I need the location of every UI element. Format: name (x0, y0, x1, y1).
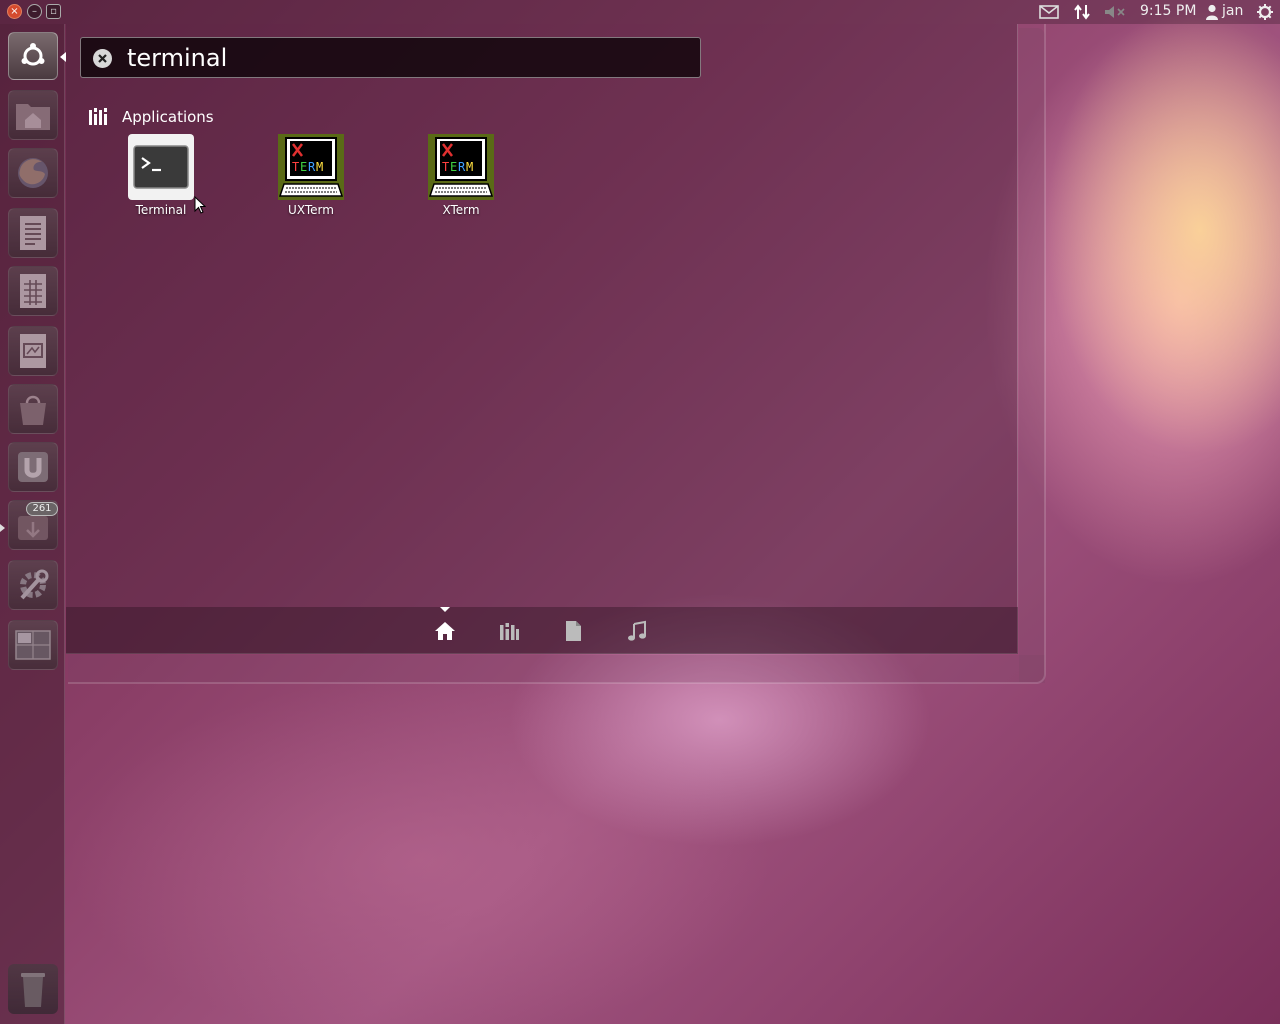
launcher-calc[interactable] (8, 266, 58, 316)
svg-text:R: R (308, 160, 316, 174)
app-xterm[interactable]: T E R M XTerm (406, 134, 516, 224)
workspaces-icon (15, 630, 51, 660)
active-lens-indicator (440, 607, 450, 612)
mouse-cursor-icon (194, 195, 207, 218)
launcher-firefox[interactable] (8, 148, 58, 198)
ubuntu-logo-icon (21, 43, 45, 66)
category-heading: Applications (122, 108, 214, 126)
launcher-ubuntu-one[interactable] (8, 442, 58, 492)
launcher-impress[interactable] (8, 326, 58, 376)
clear-search-icon[interactable] (93, 49, 112, 68)
applications-category-icon (88, 106, 108, 130)
lens-files[interactable] (560, 618, 586, 644)
top-panel: × – ▫ 9:15 PM jan (0, 0, 1280, 24)
maximize-window-icon[interactable]: ▫ (46, 4, 61, 19)
svg-text:E: E (300, 160, 307, 174)
app-label: UXTerm (288, 203, 334, 217)
running-indicator (0, 524, 5, 532)
network-icon[interactable] (1073, 0, 1091, 24)
files-icon (566, 621, 581, 641)
user-name[interactable]: jan (1222, 3, 1243, 19)
svg-text:E: E (450, 160, 457, 174)
terminal-icon (128, 134, 194, 200)
presentation-icon (20, 334, 46, 368)
dash-home-button[interactable] (8, 32, 58, 80)
launcher-home-folder[interactable] (8, 90, 58, 140)
launcher-writer[interactable] (8, 208, 58, 258)
close-window-icon[interactable]: × (7, 4, 22, 19)
launcher-software-center[interactable] (8, 384, 58, 434)
xterm-icon: T E R M (278, 134, 344, 200)
launcher-workspace-switcher[interactable] (8, 620, 58, 670)
home-icon (435, 622, 455, 640)
svg-text:T: T (292, 160, 299, 174)
clock[interactable]: 9:15 PM (1140, 3, 1196, 19)
volume-muted-icon[interactable] (1104, 0, 1126, 24)
app-label: XTerm (442, 203, 480, 217)
lens-bar (66, 607, 1018, 654)
lens-music[interactable] (624, 618, 650, 644)
launcher-system-settings[interactable] (8, 560, 58, 610)
lens-home[interactable] (432, 618, 458, 644)
dash-search-box[interactable] (80, 37, 701, 78)
dash-border-bottom (68, 655, 1045, 683)
document-icon (20, 216, 46, 250)
dash-border-right (1019, 28, 1045, 682)
wrench-gear-icon (20, 569, 49, 600)
music-icon (628, 620, 646, 641)
shopping-bag-icon (20, 395, 46, 425)
mail-icon[interactable] (1039, 0, 1059, 24)
search-input[interactable] (127, 42, 687, 74)
spreadsheet-icon (20, 274, 46, 308)
minimize-window-icon[interactable]: – (27, 4, 42, 19)
user-icon (1205, 0, 1219, 24)
svg-text:M: M (466, 160, 473, 174)
svg-text:T: T (442, 160, 449, 174)
app-uxterm[interactable]: T E R M UXTerm (256, 134, 366, 224)
folder-home-icon (16, 104, 50, 130)
xterm-icon: T E R M (428, 134, 494, 200)
trash-icon (21, 973, 45, 1007)
lens-applications[interactable] (496, 618, 522, 644)
launcher-trash[interactable] (8, 964, 58, 1014)
svg-text:R: R (458, 160, 466, 174)
svg-text:M: M (316, 160, 323, 174)
session-gear-icon[interactable] (1256, 0, 1274, 24)
applications-icon (500, 623, 519, 640)
ubuntu-one-icon (18, 452, 48, 482)
update-count-badge: 261 (26, 502, 58, 516)
firefox-icon (18, 158, 48, 188)
